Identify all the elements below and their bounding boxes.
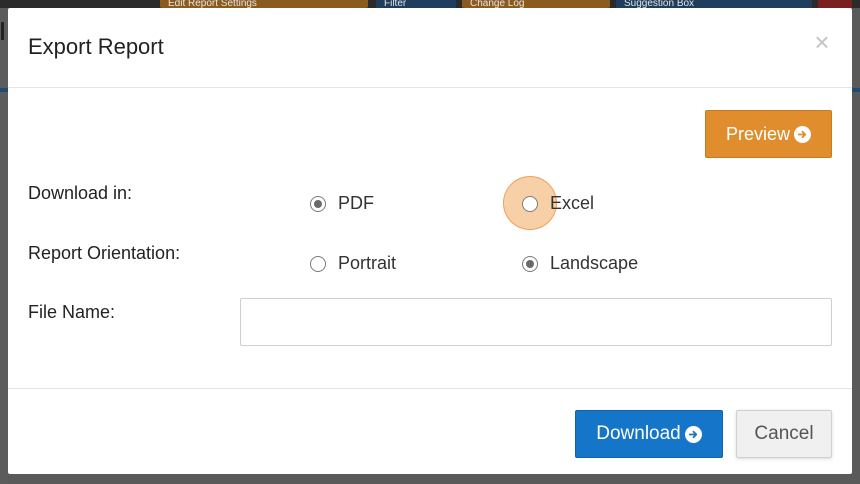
file-name-label: File Name: bbox=[28, 302, 116, 322]
radio-landscape-dot[interactable] bbox=[522, 255, 538, 272]
download-in-label: Download in: bbox=[28, 183, 133, 203]
cancel-button[interactable]: Cancel bbox=[736, 410, 832, 458]
cancel-label: Cancel bbox=[754, 423, 814, 444]
export-report-modal: Export Report × Preview Download in: PDF… bbox=[8, 8, 852, 474]
radio-portrait-dot[interactable] bbox=[310, 255, 326, 272]
modal-title: Export Report bbox=[28, 34, 164, 59]
radio-pdf[interactable]: PDF bbox=[310, 193, 374, 214]
filter-button: Filter bbox=[376, 0, 456, 8]
radio-pdf-label: PDF bbox=[338, 193, 374, 213]
modal-header: Export Report × bbox=[8, 8, 852, 88]
report-orientation-label: Report Orientation: bbox=[28, 243, 181, 263]
radio-excel-label: Excel bbox=[550, 193, 595, 213]
radio-excel[interactable]: Excel bbox=[522, 193, 594, 214]
preview-button[interactable]: Preview bbox=[705, 110, 832, 158]
filter-label: Filter bbox=[384, 0, 407, 8]
radio-landscape[interactable]: Landscape bbox=[522, 253, 638, 274]
background-left-edge bbox=[0, 8, 8, 484]
background-red-button bbox=[818, 0, 852, 8]
suggestion-box-button: Suggestion Box bbox=[616, 0, 812, 8]
preview-label: Preview bbox=[725, 123, 791, 144]
footer-divider bbox=[8, 388, 852, 389]
background-right-edge bbox=[852, 8, 860, 484]
edit-report-settings-button: Edit Report Settings bbox=[160, 0, 368, 8]
radio-landscape-label: Landscape bbox=[550, 253, 639, 273]
radio-portrait[interactable]: Portrait bbox=[310, 253, 396, 274]
download-label: Download bbox=[596, 423, 681, 444]
file-name-input[interactable] bbox=[240, 298, 832, 346]
arrow-circle-right-icon bbox=[794, 125, 812, 143]
background-left-mark bbox=[1, 22, 4, 40]
change-log-label: Change Log bbox=[470, 0, 525, 8]
radio-pdf-dot[interactable] bbox=[310, 195, 326, 212]
background-blue-line-left bbox=[0, 88, 8, 92]
background-blue-line-right bbox=[852, 88, 860, 92]
arrow-circle-right-icon bbox=[684, 425, 702, 443]
radio-excel-dot[interactable] bbox=[522, 195, 538, 212]
edit-report-settings-label: Edit Report Settings bbox=[168, 0, 257, 8]
suggestion-box-label: Suggestion Box bbox=[624, 0, 695, 8]
close-icon[interactable]: × bbox=[808, 28, 836, 56]
background-bottom-edge bbox=[8, 474, 852, 484]
download-button[interactable]: Download bbox=[575, 410, 723, 458]
radio-portrait-label: Portrait bbox=[338, 253, 397, 273]
change-log-button: Change Log bbox=[462, 0, 610, 8]
